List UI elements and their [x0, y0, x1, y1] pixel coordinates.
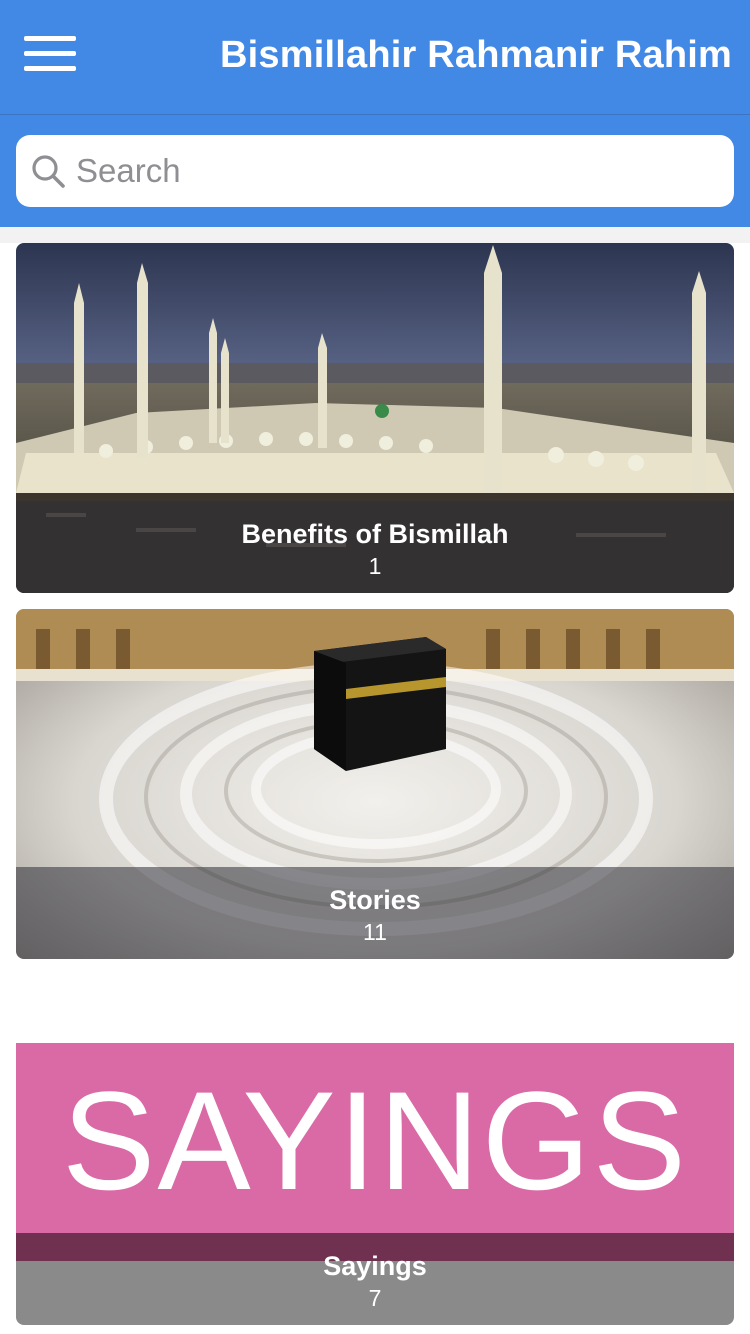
category-card-benefits[interactable]: Benefits of Bismillah 1 — [16, 243, 734, 593]
card-count: 11 — [363, 919, 387, 945]
top-nav-bar: Bismillahir Rahmanir Rahim — [0, 0, 750, 115]
category-card-stories[interactable]: Stories 11 — [16, 609, 734, 959]
search-bar-container — [0, 115, 750, 227]
card-caption: Benefits of Bismillah 1 — [16, 501, 734, 593]
search-icon — [32, 155, 65, 188]
card-caption: Stories 11 — [16, 867, 734, 959]
card-caption: Sayings 7 — [16, 1233, 734, 1325]
hamburger-menu-icon[interactable] — [24, 36, 76, 74]
search-input[interactable] — [76, 145, 716, 197]
card-count: 1 — [368, 553, 382, 579]
category-card-sayings[interactable]: SAYINGS Sayings 7 — [16, 975, 734, 1325]
card-title: Stories — [329, 885, 421, 915]
search-box[interactable] — [16, 135, 734, 207]
sayings-banner-text: SAYINGS — [61, 1062, 689, 1219]
card-title: Sayings — [323, 1251, 427, 1281]
app-title: Bismillahir Rahmanir Rahim — [219, 34, 732, 76]
card-title: Benefits of Bismillah — [241, 519, 509, 549]
category-list: Benefits of Bismillah 1 Stories 11 SAYIN… — [0, 227, 750, 1334]
card-count: 7 — [368, 1285, 382, 1311]
